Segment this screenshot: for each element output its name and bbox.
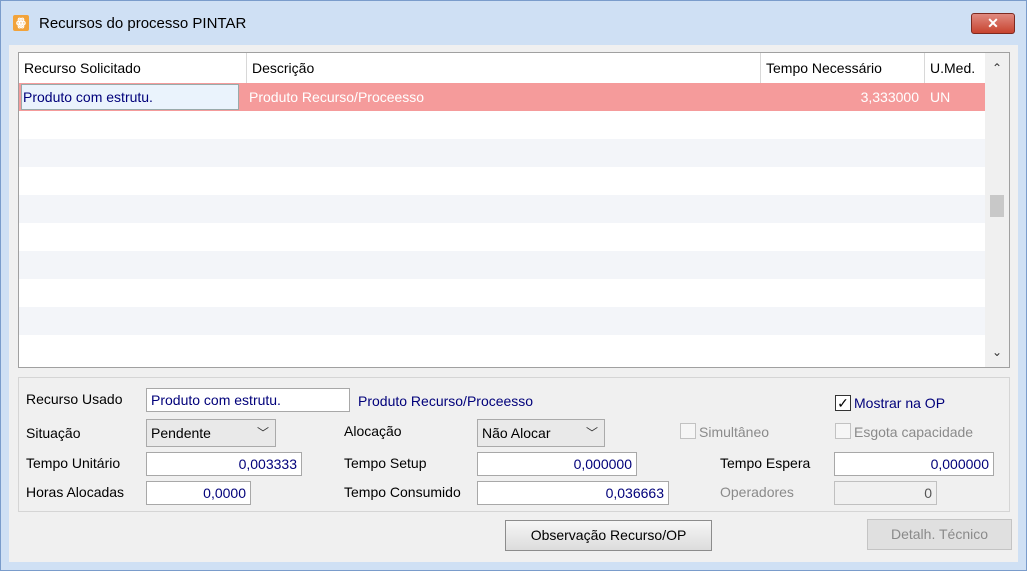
chevron-down-icon: ﹀ xyxy=(585,426,598,440)
vertical-scrollbar[interactable]: ⌃ ⌄ xyxy=(985,53,1009,367)
close-button[interactable]: ✕ xyxy=(971,13,1015,34)
grid-header: Recurso Solicitado Descrição Tempo Neces… xyxy=(19,53,985,83)
recurso-usado-description: Produto Recurso/Proceesso xyxy=(358,393,534,409)
empty-row xyxy=(19,195,985,223)
app-logo-icon: ꙮ xyxy=(13,15,29,31)
alocacao-select[interactable]: Não Alocar ﹀ xyxy=(477,419,605,447)
tempo-espera-field[interactable]: 0,000000 xyxy=(834,452,994,476)
empty-row xyxy=(19,307,985,335)
grid-rows: Produto com estrutu. Produto Recurso/Pro… xyxy=(19,83,985,363)
column-header-umed[interactable]: U.Med. xyxy=(925,53,985,83)
cell-descricao[interactable]: Produto Recurso/Proceesso xyxy=(244,83,761,111)
scroll-down-icon[interactable]: ⌄ xyxy=(985,341,1009,363)
empty-row xyxy=(19,139,985,167)
column-header-descricao[interactable]: Descrição xyxy=(247,53,761,83)
alocacao-label: Alocação xyxy=(344,423,402,439)
situacao-value: Pendente xyxy=(151,425,211,441)
resources-grid[interactable]: Recurso Solicitado Descrição Tempo Neces… xyxy=(18,52,1010,368)
empty-row xyxy=(19,167,985,195)
tempo-consumido-field[interactable]: 0,036663 xyxy=(477,481,669,505)
scroll-up-icon[interactable]: ⌃ xyxy=(985,57,1009,79)
situacao-label: Situação xyxy=(26,425,81,441)
observacao-recurso-op-button[interactable]: Observação Recurso/OP xyxy=(505,520,712,551)
alocacao-value: Não Alocar xyxy=(482,425,551,441)
recurso-usado-label: Recurso Usado xyxy=(26,391,123,407)
table-row[interactable]: Produto com estrutu. Produto Recurso/Pro… xyxy=(19,83,985,111)
cell-umed[interactable]: UN xyxy=(925,83,985,111)
operadores-field[interactable]: 0 xyxy=(834,481,937,505)
esgota-capacidade-checkbox[interactable] xyxy=(835,423,851,439)
mostrar-na-op-label[interactable]: Mostrar na OP xyxy=(854,395,945,411)
esgota-capacidade-label: Esgota capacidade xyxy=(854,424,974,440)
cell-recurso-solicitado[interactable]: Produto com estrutu. xyxy=(21,84,239,110)
empty-row xyxy=(19,279,985,307)
mostrar-na-op-checkbox[interactable]: ✓ xyxy=(835,395,851,411)
simultaneo-label: Simultâneo xyxy=(699,424,770,440)
window-title: Recursos do processo PINTAR xyxy=(39,15,247,32)
title-bar[interactable]: ꙮ Recursos do processo PINTAR ✕ xyxy=(1,1,1026,45)
dialog-body: Recurso Solicitado Descrição Tempo Neces… xyxy=(9,45,1018,562)
column-header-tempo-necessario[interactable]: Tempo Necessário xyxy=(761,53,925,83)
scroll-thumb[interactable] xyxy=(990,195,1004,217)
resource-details-panel: Recurso Usado Produto com estrutu. Produ… xyxy=(18,377,1010,512)
checkmark-icon: ✓ xyxy=(837,395,849,411)
tempo-unitario-label: Tempo Unitário xyxy=(26,455,121,471)
empty-row xyxy=(19,111,985,139)
tempo-espera-label: Tempo Espera xyxy=(720,455,811,471)
dialog-window: ꙮ Recursos do processo PINTAR ✕ Recurso … xyxy=(0,0,1027,571)
tempo-unitario-field[interactable]: 0,003333 xyxy=(146,452,302,476)
cell-tempo-necessario[interactable]: 3,333000 xyxy=(761,83,925,111)
operadores-label: Operadores xyxy=(720,484,794,500)
empty-row xyxy=(19,251,985,279)
horas-alocadas-label: Horas Alocadas xyxy=(26,484,125,500)
horas-alocadas-field[interactable]: 0,0000 xyxy=(146,481,251,505)
tempo-consumido-label: Tempo Consumido xyxy=(344,484,461,500)
empty-row xyxy=(19,223,985,251)
recurso-usado-field[interactable]: Produto com estrutu. xyxy=(146,388,350,412)
tempo-setup-field[interactable]: 0,000000 xyxy=(477,452,637,476)
empty-row xyxy=(19,335,985,363)
column-header-recurso-solicitado[interactable]: Recurso Solicitado xyxy=(19,53,247,83)
situacao-select[interactable]: Pendente ﹀ xyxy=(146,419,276,447)
chevron-down-icon: ﹀ xyxy=(256,426,269,440)
tempo-setup-label: Tempo Setup xyxy=(344,455,427,471)
simultaneo-checkbox[interactable] xyxy=(680,423,696,439)
detalh-tecnico-button[interactable]: Detalh. Técnico xyxy=(867,519,1012,550)
